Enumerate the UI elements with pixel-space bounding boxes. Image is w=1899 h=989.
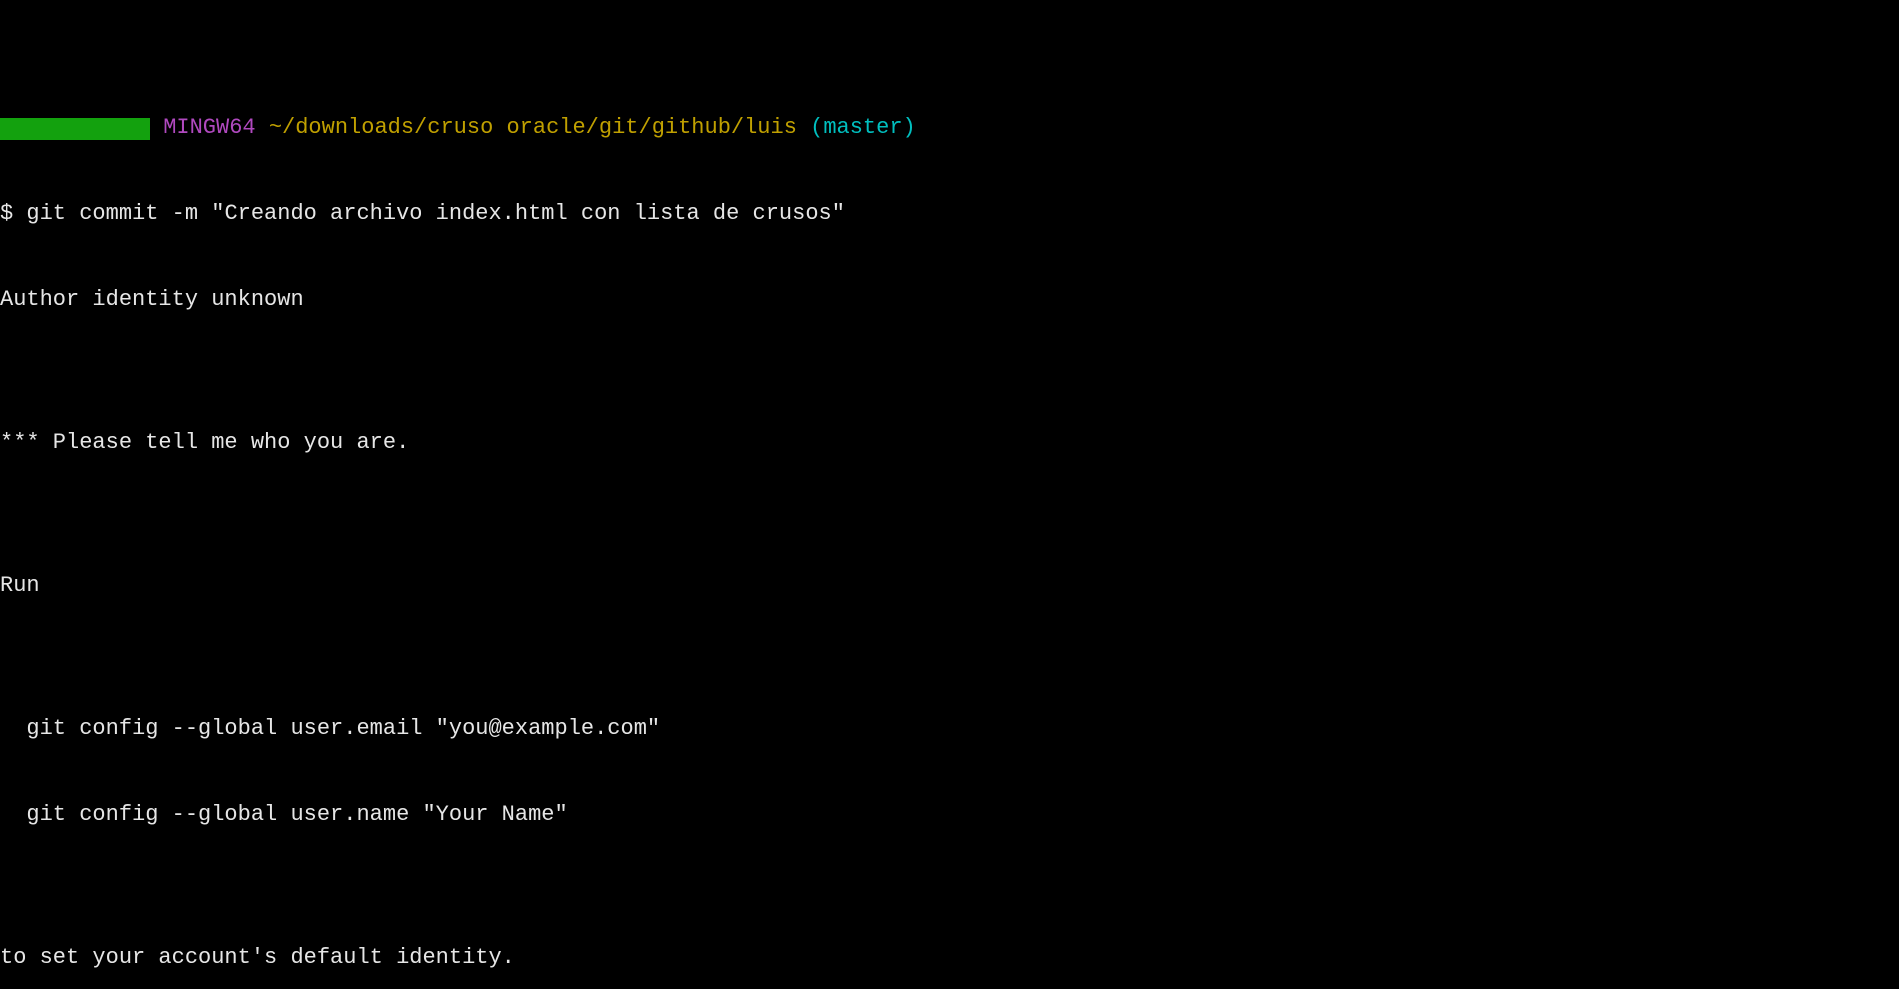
output-line: *** Please tell me who you are.: [0, 429, 1899, 458]
branch-label: (master): [810, 115, 916, 140]
mingw-label: MINGW64: [163, 115, 255, 140]
output-line: Run: [0, 572, 1899, 601]
redacted-user: [0, 118, 150, 140]
output-line: Author identity unknown: [0, 286, 1899, 315]
output-line: to set your account's default identity.: [0, 944, 1899, 973]
command-line: $ git commit -m "Creando archivo index.h…: [0, 200, 1899, 229]
terminal-window[interactable]: MINGW64 ~/downloads/cruso oracle/git/git…: [0, 0, 1899, 989]
output-line: git config --global user.name "Your Name…: [0, 801, 1899, 830]
prompt-line: MINGW64 ~/downloads/cruso oracle/git/git…: [0, 114, 1899, 143]
path-label: ~/downloads/cruso oracle/git/github/luis: [269, 115, 797, 140]
output-line: git config --global user.email "you@exam…: [0, 715, 1899, 744]
